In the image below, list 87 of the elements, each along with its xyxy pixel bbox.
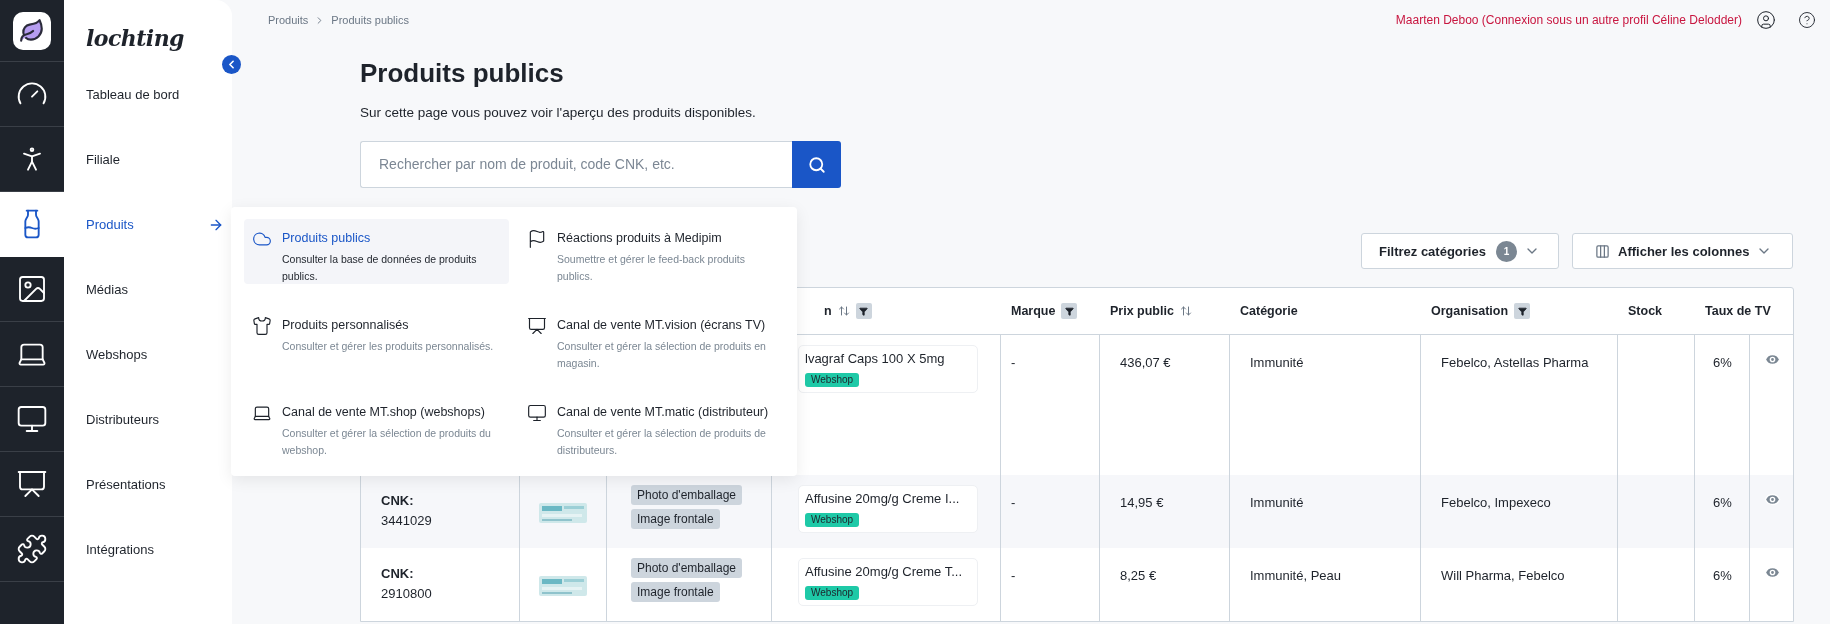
profile-icon[interactable] [1756,10,1776,30]
media-tag: Photo d'emballage [631,485,743,506]
menu-item-description: Consulter et gérer la sélection de produits du webshop. [282,425,492,458]
cnk-code: CNK: 3441029 [381,492,433,531]
monitor-icon [16,403,48,435]
search-button[interactable] [792,141,841,189]
logo-text: lochting [86,24,185,53]
columns-button[interactable]: Afficher les colonnes [1572,233,1793,270]
table-cell: Immunité [1250,495,1304,511]
filter-icon[interactable] [855,303,872,320]
table-cell: Immunité [1250,355,1304,371]
sort-icon[interactable] [837,305,850,318]
menu-item-title: Réactions produits à Medipim [557,230,723,247]
presentation-icon [16,468,48,500]
flag-icon [527,229,547,249]
nav-item[interactable]: Filiale [86,149,120,170]
product-name-card[interactable]: Affusine 20mg/g Creme I... Webshop [798,485,978,533]
table-cell: Febelco, Astellas Pharma [1441,355,1589,371]
webshop-badge: Webshop [805,373,860,388]
product-name-card[interactable]: Affusine 20mg/g Creme T... Webshop [798,558,978,606]
columns-icon [1595,243,1610,259]
column-header[interactable]: Taux de TV [1705,301,1771,321]
presentation-icon [527,316,547,336]
user-link[interactable]: Maarten Deboo (Connexion sous un autre profil Céline Delodder) [1395,11,1742,29]
column-header[interactable]: Catégorie [1240,301,1298,321]
filter-icon[interactable] [1061,303,1078,320]
cnk-code: CNK: 2910800 [381,565,433,604]
nav-item[interactable]: Intégrations [86,539,154,560]
puzzle-icon [16,533,48,565]
nav-item[interactable]: Produits [86,214,134,235]
menu-item-title: Canal de vente MT.shop (webshops) [282,404,486,421]
product-name-card[interactable]: lvagraf Caps 100 X 5mg Webshop [798,345,978,393]
table-cell: - [1011,568,1016,584]
table-cell: Will Pharma, Febelco [1441,568,1565,584]
table-cell: 6% [1713,495,1732,511]
webshop-badge: Webshop [805,586,860,601]
search-icon [807,155,826,174]
webshop-badge: Webshop [805,513,860,528]
table-cell: - [1011,355,1016,371]
menu-item[interactable]: Produits publics Consulter la base de données de produits publics. [244,219,509,284]
menu-item-title: Produits publics [282,230,372,247]
table-cell: Immunité, Peau [1250,568,1342,584]
nav-item[interactable]: Webshops [86,344,148,365]
table-cell: - [1011,495,1016,511]
product-name: Affusine 20mg/g Creme T... [805,563,964,582]
menu-item-title: Produits personnalisés [282,317,410,334]
table-cell: 6% [1713,568,1732,584]
help-icon[interactable] [1798,11,1816,29]
nav-item[interactable]: Présentations [86,474,166,495]
image-icon [16,273,48,305]
table-cell: Febelco, Impexeco [1441,495,1551,511]
filter-icon[interactable] [1514,303,1531,320]
column-header[interactable]: Stock [1628,301,1663,321]
product-name: lvagraf Caps 100 X 5mg [805,350,946,369]
breadcrumb-link[interactable]: Produits publics [331,11,409,29]
table-cell: 8,25 € [1120,568,1157,584]
sort-icon[interactable] [1179,305,1192,318]
count-badge: 1 [1495,240,1517,262]
search-field[interactable]: Rechercher par nom de produit, code CNK, etc. [360,141,792,189]
breadcrumb-link[interactable]: Produits [268,11,309,29]
menu-item-description: Consulter la base de données de produits publics. [282,251,478,284]
table-cell: 14,95 € [1120,495,1164,511]
menu-item-description: Soumettre et gérer le feed-back produits publics. [557,251,746,284]
table-cell: 6% [1713,355,1732,371]
media-tag: Image frontale [631,509,720,530]
shirt-icon [252,316,272,336]
menu-item-title: Canal de vente MT.matic (distributeur) [557,404,770,421]
product-name: Affusine 20mg/g Creme I... [805,490,961,509]
table-cell: 436,07 € [1120,355,1171,371]
column-header[interactable]: n [824,301,832,321]
menu-item-title: Canal de vente MT.vision (écrans TV) [557,317,767,334]
nav-item[interactable]: Tableau de bord [86,84,180,105]
menu-item-description: Consulter et gérer la sélection de produits en magasin. [557,338,767,371]
menu-item-description: Consulter et gérer les produits personnalisés. [282,338,494,354]
page-subtitle: Sur cette page vous pouvez voir l'aperçu des produits disponibles. [360,104,757,122]
menu-item-description: Consulter et gérer la sélection de produits de distributeurs. [557,425,767,458]
column-header[interactable]: Organisation [1431,301,1509,321]
app-logo-icon[interactable] [13,11,51,50]
nav-item[interactable]: Médias [86,279,128,300]
monitor-icon [527,403,547,423]
nav-item[interactable]: Distributeurs [86,409,159,430]
page-title: Produits publics [360,57,565,90]
media-tag: Photo d'emballage [631,558,743,579]
category-filter-button[interactable]: Filtrez catégories 1 [1361,233,1559,270]
media-tag: Image frontale [631,582,720,603]
column-header[interactable]: Marque [1011,301,1056,321]
column-header[interactable]: Prix public [1110,301,1174,321]
